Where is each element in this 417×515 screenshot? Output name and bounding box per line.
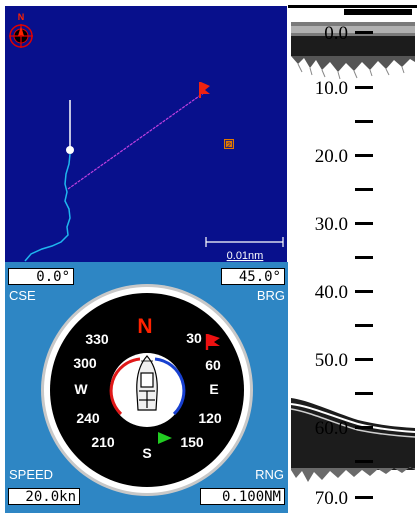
navigation-panel: N 330 30 300 60 W E 240 120 210 S 150 0.… [5,262,288,513]
compass-north-label: N [137,315,152,338]
depth-label-10: 10.0 [315,78,348,99]
seabed-echo [290,398,416,482]
speed-label: SPEED [9,467,54,482]
compass-label-210: 210 [91,434,115,450]
compass-label-e: E [209,381,218,397]
app-window: N 2 0.01nm N 330 30 300 60 W E 240 120 2… [0,0,417,515]
compass-label-330: 330 [85,331,109,347]
depth-scale [355,31,373,499]
sounder-top-border [288,5,417,8]
compass-label-s: S [142,445,151,461]
compass-label-150: 150 [180,434,204,450]
depth-label-50: 50.0 [315,350,348,371]
waypoint-number: 2 [227,141,231,150]
chart-plotter[interactable]: N 2 0.01nm [5,6,287,262]
bearing-label: BRG [256,288,285,303]
course-label: CSE [9,288,36,303]
north-up-label: N [18,12,25,22]
depth-label-20: 20.0 [315,146,348,167]
bearing-readout: 45.0° [221,268,285,285]
compass-label-60: 60 [205,357,221,373]
depth-label-30: 30.0 [315,214,348,235]
depth-label-70: 70.0 [315,488,348,509]
depth-label-60: 60.0 [315,418,348,439]
compass-label-240: 240 [76,410,100,426]
range-label: RNG [255,467,284,482]
depth-label-0: 0.0 [324,23,348,44]
plotter-background [5,6,287,262]
compass-label-300: 300 [73,355,97,371]
echo-sounder[interactable]: 0.0 10.0 20.0 30.0 40.0 50.0 60.0 70.0 [288,0,417,515]
compass-label-30: 30 [186,330,202,346]
speed-readout: 20.0kn [8,488,80,505]
surface-echo [291,22,415,80]
depth-label-40: 40.0 [315,282,348,303]
waypoint-marker[interactable]: 2 [224,139,234,150]
compass-label-120: 120 [198,410,222,426]
own-ship-marker[interactable] [66,146,74,154]
range-readout: 0.100NM [200,488,285,505]
scale-label: 0.01nm [227,250,264,262]
compass-label-w: W [74,381,88,397]
course-readout: 0.0° [8,268,74,285]
sounder-top-bar [344,9,412,15]
